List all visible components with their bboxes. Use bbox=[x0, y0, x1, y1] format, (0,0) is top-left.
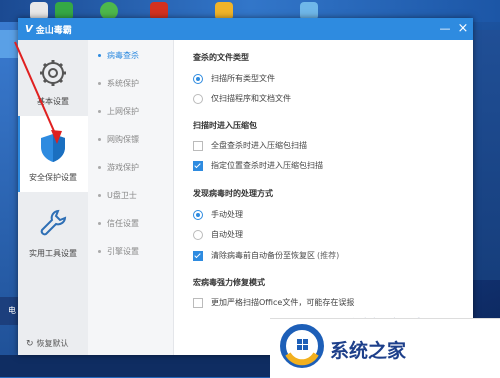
checkbox-strict-office-scan[interactable]: 更加严格扫描Office文件，可能存在误报 bbox=[193, 297, 354, 308]
subnav-item-game[interactable]: 游戏保护 bbox=[98, 162, 139, 173]
option-label: 自动处理 bbox=[211, 230, 243, 239]
subnav-label: 游戏保护 bbox=[107, 163, 139, 172]
watermark-logo-icon bbox=[280, 324, 324, 368]
desktop-right-strip bbox=[471, 30, 500, 280]
sidebar-item-basic[interactable]: 基本设置 bbox=[18, 40, 88, 116]
settings-content: 查杀的文件类型 扫描所有类型文件 仅扫描程序和文档文件 扫描时进入压缩包 全盘查… bbox=[173, 40, 473, 355]
radio-icon bbox=[193, 93, 203, 104]
app-title: 金山毒霸 bbox=[35, 26, 72, 36]
app-logo: V 金山毒霸 bbox=[25, 23, 72, 36]
checkbox-backup-before-clean[interactable]: 清除病毒前自动备份至恢复区 (推荐) bbox=[193, 250, 339, 261]
option-label: 手动处理 bbox=[211, 210, 243, 219]
radio-icon bbox=[193, 229, 203, 240]
gear-icon bbox=[40, 60, 66, 86]
subnav-item-engine[interactable]: 引擎设置 bbox=[98, 246, 139, 257]
subnav-item-web-protect[interactable]: 上网保护 bbox=[98, 106, 139, 117]
watermark-text: 系统之家 bbox=[330, 340, 407, 362]
subnav-item-virus-scan[interactable]: 病毒查杀 bbox=[98, 50, 139, 61]
subnav-item-shopping[interactable]: 网购保镖 bbox=[98, 134, 139, 145]
restore-label: 恢复默认 bbox=[36, 339, 69, 348]
sidebar-item-security[interactable]: 安全保护设置 bbox=[18, 116, 88, 192]
sidebar-item-label: 安全保护设置 bbox=[29, 173, 77, 182]
bullet-icon bbox=[98, 110, 101, 113]
bullet-icon bbox=[98, 194, 101, 197]
watermark-banner: 系统之家 bbox=[270, 318, 500, 378]
desktop-left-strip: 电 bbox=[0, 22, 18, 377]
app-logo-icon: V bbox=[25, 24, 33, 35]
subnav-label: 信任设置 bbox=[107, 219, 139, 228]
radio-manual-handle[interactable]: 手动处理 bbox=[193, 209, 243, 220]
checkbox-icon bbox=[193, 140, 203, 151]
desktop-tile[interactable]: 电 bbox=[0, 297, 18, 325]
bullet-icon bbox=[98, 222, 101, 225]
title-bar: V 金山毒霸 — × bbox=[18, 18, 473, 40]
desktop-tile[interactable] bbox=[0, 30, 18, 58]
bullet-icon bbox=[98, 54, 101, 57]
option-label: 全盘查杀时进入压缩包扫描 bbox=[211, 141, 307, 150]
radio-scan-programs-docs[interactable]: 仅扫描程序和文档文件 bbox=[193, 93, 291, 104]
settings-subnav: 病毒查杀 系统保护 上网保护 网购保镖 游戏保护 U盘卫士 信任设置 引擎设置 bbox=[88, 40, 174, 355]
subnav-item-trust[interactable]: 信任设置 bbox=[98, 218, 139, 229]
checkbox-full-scan-archive[interactable]: 全盘查杀时进入压缩包扫描 bbox=[193, 140, 307, 151]
checkbox-custom-scan-archive[interactable]: 指定位置查杀时进入压缩包扫描 bbox=[193, 160, 323, 171]
subnav-label: 系统保护 bbox=[107, 79, 139, 88]
option-label: 清除病毒前自动备份至恢复区 bbox=[211, 251, 315, 260]
subnav-label: 上网保护 bbox=[107, 107, 139, 116]
settings-sidebar: 基本设置 安全保护设置 实用工具设置 ↻ 恢复默认 bbox=[18, 40, 88, 355]
desktop-label: 电 bbox=[8, 306, 16, 315]
checkbox-icon bbox=[193, 297, 203, 308]
radio-auto-handle[interactable]: 自动处理 bbox=[193, 229, 243, 240]
wrench-icon bbox=[40, 209, 67, 236]
section-title-archive: 扫描时进入压缩包 bbox=[193, 121, 257, 130]
subnav-item-usb[interactable]: U盘卫士 bbox=[98, 190, 137, 201]
subnav-label: U盘卫士 bbox=[107, 191, 137, 200]
option-label: 仅扫描程序和文档文件 bbox=[211, 94, 291, 103]
option-label: 指定位置查杀时进入压缩包扫描 bbox=[211, 161, 323, 170]
settings-window: V 金山毒霸 — × 基本设置 安全保护设置 实用工具设置 ↻ 恢复默认 病毒查… bbox=[18, 18, 473, 355]
bullet-icon bbox=[98, 250, 101, 253]
section-title-file-type: 查杀的文件类型 bbox=[193, 53, 249, 62]
subnav-label: 网购保镖 bbox=[107, 135, 139, 144]
minimize-button[interactable]: — bbox=[438, 22, 452, 36]
restore-default-button[interactable]: ↻ 恢复默认 bbox=[26, 338, 69, 349]
subnav-label: 引擎设置 bbox=[107, 247, 139, 256]
desktop-taskbar bbox=[0, 355, 270, 377]
section-title-virus-action: 发现病毒时的处理方式 bbox=[193, 189, 273, 198]
restore-icon: ↻ bbox=[26, 338, 34, 349]
radio-icon bbox=[193, 73, 203, 84]
subnav-label: 病毒查杀 bbox=[107, 51, 139, 60]
subnav-item-system-protect[interactable]: 系统保护 bbox=[98, 78, 139, 89]
bullet-icon bbox=[98, 166, 101, 169]
bullet-icon bbox=[98, 138, 101, 141]
shield-icon bbox=[41, 134, 65, 162]
bullet-icon bbox=[98, 82, 101, 85]
recommend-note: (推荐) bbox=[317, 251, 340, 260]
option-label: 更加严格扫描Office文件，可能存在误报 bbox=[211, 298, 355, 307]
radio-icon bbox=[193, 209, 203, 220]
checkbox-icon bbox=[193, 250, 203, 261]
sidebar-item-tools[interactable]: 实用工具设置 bbox=[18, 192, 88, 268]
close-button[interactable]: × bbox=[456, 22, 470, 36]
option-label: 扫描所有类型文件 bbox=[211, 74, 275, 83]
section-title-macro: 宏病毒强力修复模式 bbox=[193, 278, 265, 287]
checkbox-icon bbox=[193, 160, 203, 171]
sidebar-item-label: 基本设置 bbox=[37, 97, 69, 106]
sidebar-item-label: 实用工具设置 bbox=[29, 249, 77, 258]
radio-scan-all-files[interactable]: 扫描所有类型文件 bbox=[193, 73, 275, 84]
